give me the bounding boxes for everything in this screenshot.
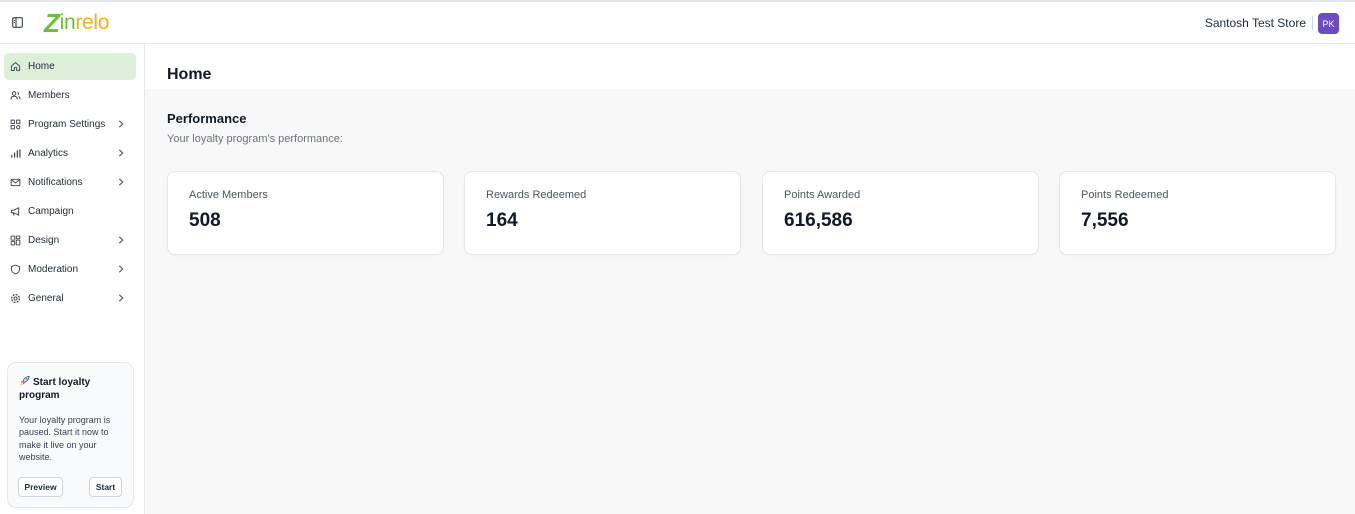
page-title: Home — [167, 66, 212, 83]
main-header: Home — [145, 44, 1355, 89]
megaphone-icon — [9, 206, 21, 218]
sidebar-item-label: Home — [28, 61, 55, 72]
sidebar-item-moderation[interactable]: Moderation — [4, 256, 136, 283]
rocket-icon — [20, 375, 30, 386]
card-rewards-redeemed: Rewards Redeemed 164 — [464, 171, 741, 255]
card-value: 7,556 — [1081, 210, 1129, 231]
main-content: Performance Your loyalty program's perfo… — [145, 89, 1355, 514]
start-button[interactable]: Start — [89, 477, 122, 497]
card-value: 616,586 — [784, 210, 853, 231]
store-name[interactable]: Santosh Test Store — [1205, 16, 1306, 30]
zinrelo-logo[interactable]: Zin relo — [44, 8, 109, 38]
divider — [1312, 16, 1313, 30]
users-icon — [9, 90, 21, 102]
card-value: 508 — [189, 210, 221, 231]
sidebar: Home Members Program Settings Analytics Noti… — [0, 44, 145, 514]
mail-icon — [9, 177, 21, 189]
sidebar-item-analytics[interactable]: Analytics — [4, 140, 136, 167]
card-points-awarded: Points Awarded 616,586 — [762, 171, 1039, 255]
sidebar-item-campaign[interactable]: Campaign — [4, 198, 136, 225]
sidebar-item-label: General — [28, 293, 64, 304]
sidebar-item-label: Members — [28, 90, 70, 101]
grid-settings-icon — [9, 119, 21, 131]
card-label: Points Redeemed — [1081, 189, 1169, 201]
chevron-right-icon — [116, 177, 126, 187]
chevron-right-icon — [116, 148, 126, 158]
start-loyalty-card: Start loyalty program Your loyalty progr… — [7, 362, 134, 508]
gear-icon — [9, 293, 21, 305]
chevron-right-icon — [116, 293, 126, 303]
chevron-right-icon — [116, 119, 126, 129]
bar-chart-icon — [9, 148, 21, 160]
card-label: Active Members — [189, 189, 268, 201]
top-bar: Zin relo Santosh Test Store PK — [0, 0, 1355, 44]
promo-title: Start loyalty program — [19, 375, 91, 401]
promo-text: Your loyalty program is paused. Start it… — [19, 415, 111, 462]
sidebar-item-home[interactable]: Home — [4, 53, 136, 80]
card-label: Rewards Redeemed — [486, 189, 587, 201]
preview-button[interactable]: Preview — [18, 477, 63, 497]
sidebar-item-label: Moderation — [28, 264, 79, 275]
card-label: Points Awarded — [784, 189, 861, 201]
chevron-right-icon — [116, 235, 126, 245]
section-title: Performance — [167, 111, 247, 126]
sidebar-item-label: Notifications — [28, 177, 83, 188]
sidebar-item-label: Program Settings — [28, 119, 106, 130]
layout-icon — [9, 235, 21, 247]
sidebar-item-design[interactable]: Design — [4, 227, 136, 254]
sidebar-item-label: Campaign — [28, 206, 74, 217]
sidebar-item-general[interactable]: General — [4, 285, 136, 312]
home-icon — [9, 61, 21, 73]
shield-icon — [9, 264, 21, 276]
section-subtitle: Your loyalty program's performance: — [167, 133, 343, 145]
sidebar-toggle-icon[interactable] — [10, 15, 24, 29]
sidebar-item-notifications[interactable]: Notifications — [4, 169, 136, 196]
card-active-members: Active Members 508 — [167, 171, 444, 255]
sidebar-item-program-settings[interactable]: Program Settings — [4, 111, 136, 138]
sidebar-item-label: Analytics — [28, 148, 69, 159]
card-points-redeemed: Points Redeemed 7,556 — [1059, 171, 1336, 255]
card-value: 164 — [486, 210, 518, 231]
user-avatar[interactable]: PK — [1318, 13, 1339, 34]
sidebar-item-label: Design — [28, 235, 60, 246]
chevron-right-icon — [116, 264, 126, 274]
sidebar-item-members[interactable]: Members — [4, 82, 136, 109]
